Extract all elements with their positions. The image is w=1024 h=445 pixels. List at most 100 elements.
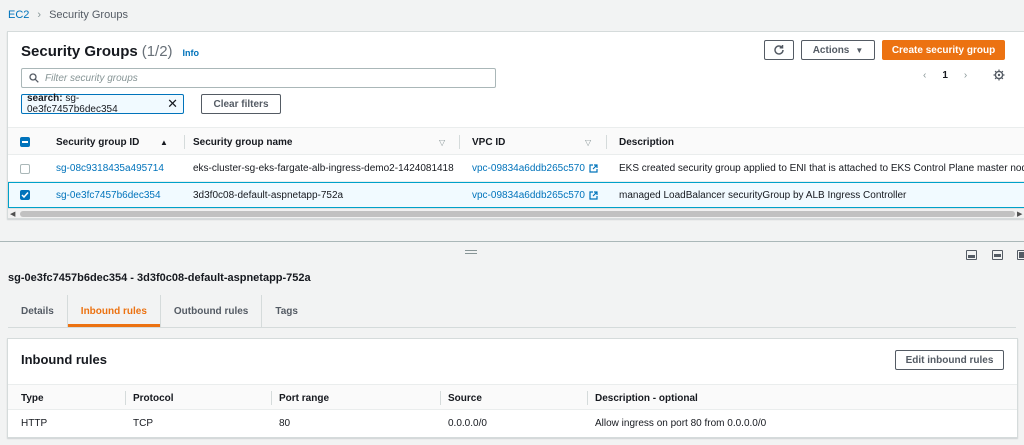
detail-tabs: Details Inbound rules Outbound rules Tag…: [8, 295, 311, 327]
column-label: Port range: [279, 392, 330, 404]
vpc-id-text: vpc-09834a6ddb265c570: [472, 163, 585, 174]
tabs-divider: [8, 327, 1016, 328]
page-number[interactable]: 1: [942, 70, 948, 81]
clear-filters-button[interactable]: Clear filters: [201, 94, 281, 114]
table-row-selected[interactable]: sg-0e3fc7457b6dec354 3d3f0c08-default-as…: [8, 182, 1024, 208]
column-description[interactable]: Description: [619, 128, 674, 156]
security-group-id-link[interactable]: sg-08c9318435a495714: [56, 156, 164, 181]
security-group-name: eks-cluster-sg-eks-fargate-alb-ingress-d…: [193, 163, 454, 174]
inbound-rules-panel: Inbound rules Edit inbound rules Type Pr…: [7, 338, 1018, 438]
detail-title: sg-0e3fc7457b6dec354 - 3d3f0c08-default-…: [8, 272, 311, 284]
column-protocol: Protocol: [125, 385, 174, 411]
edit-inbound-rules-button[interactable]: Edit inbound rules: [895, 350, 1004, 370]
horizontal-scrollbar[interactable]: ◀ ▶: [8, 208, 1024, 218]
sort-down-icon: ▽: [585, 137, 592, 147]
rule-source: 0.0.0.0/0: [448, 417, 487, 429]
chevron-left-icon[interactable]: ‹: [923, 70, 926, 81]
gear-icon: [993, 69, 1005, 81]
preferences-button[interactable]: [993, 69, 1005, 84]
scrollbar-thumb[interactable]: [20, 211, 1015, 217]
column-description-optional: Description - optional: [587, 385, 698, 411]
panel-split-icon[interactable]: [992, 250, 1003, 260]
inbound-rules-title: Inbound rules: [21, 352, 107, 367]
caret-down-icon: ▼: [855, 45, 864, 55]
security-groups-panel: Security Groups (1/2) Info Actions ▼ Cre…: [7, 31, 1024, 219]
actions-button[interactable]: Actions ▼: [801, 40, 875, 60]
pagination: ‹ 1 ›: [923, 70, 967, 81]
column-label: VPC ID: [472, 136, 506, 148]
create-security-group-button[interactable]: Create security group: [882, 40, 1005, 60]
filter-token-key: search:: [27, 93, 63, 104]
panel-full-icon[interactable]: [1017, 250, 1024, 260]
refresh-button[interactable]: [764, 40, 794, 60]
chevron-right-icon[interactable]: ›: [964, 70, 967, 81]
chevron-right-icon: ›: [37, 9, 42, 21]
breadcrumb-current: Security Groups: [49, 9, 128, 21]
inbound-rule-row: HTTP TCP 80 0.0.0.0/0 Allow ingress on p…: [8, 410, 1017, 436]
breadcrumb-ec2-link[interactable]: EC2: [8, 9, 29, 21]
table-header: Security group ID ▲ Security group name …: [8, 127, 1024, 155]
search-icon: [29, 73, 39, 83]
edit-inbound-rules-label: Edit inbound rules: [905, 354, 994, 366]
table-row[interactable]: sg-08c9318435a495714 eks-cluster-sg-eks-…: [8, 156, 1024, 182]
security-group-name: 3d3f0c08-default-aspnetapp-752a: [193, 189, 344, 201]
sort-up-icon: ▲: [160, 137, 168, 147]
rule-type: HTTP: [21, 417, 48, 429]
row-description: EKS created security group applied to EN…: [619, 163, 1024, 174]
page-title: Security Groups: [21, 43, 138, 60]
column-security-group-name[interactable]: Security group name ▽: [193, 128, 445, 156]
filter-token: search: sg-0e3fc7457b6dec354 ✕: [21, 93, 184, 115]
checkbox-empty-icon: [20, 163, 30, 174]
filter-token-text: search: sg-0e3fc7457b6dec354: [27, 93, 167, 115]
sort-down-icon: ▽: [439, 137, 446, 147]
column-label: Source: [448, 392, 482, 404]
column-security-group-id[interactable]: Security group ID ▲: [56, 128, 168, 156]
refresh-icon: [774, 45, 784, 55]
clear-filters-label: Clear filters: [213, 98, 269, 110]
breadcrumb: EC2 › Security Groups: [8, 8, 128, 22]
selection-count: (1/2): [141, 43, 173, 60]
row-checkbox[interactable]: [20, 156, 30, 181]
column-label: Security group ID: [56, 136, 140, 148]
rule-protocol: TCP: [133, 417, 153, 429]
panel-bottom-icon[interactable]: [966, 250, 977, 260]
tab-tags[interactable]: Tags: [262, 295, 311, 327]
drag-handle-icon[interactable]: [465, 250, 477, 254]
panel-header: Security Groups (1/2) Info: [21, 43, 199, 60]
close-icon[interactable]: ✕: [167, 96, 178, 112]
column-label: Security group name: [193, 136, 293, 148]
select-all-checkbox[interactable]: [20, 128, 30, 156]
external-link-icon: [589, 164, 598, 173]
column-vpc-id[interactable]: VPC ID ▽: [472, 128, 591, 156]
rule-port-range: 80: [279, 417, 291, 429]
tab-outbound-rules[interactable]: Outbound rules: [161, 295, 263, 327]
column-label: Type: [21, 392, 44, 404]
actions-label: Actions: [812, 44, 850, 56]
column-type: Type: [21, 385, 44, 411]
info-link[interactable]: Info: [183, 48, 200, 58]
row-description: managed LoadBalancer securityGroup by AL…: [619, 189, 907, 201]
security-group-id-link[interactable]: sg-0e3fc7457b6dec354: [56, 183, 161, 207]
indeterminate-checkbox-icon: [20, 137, 30, 147]
inbound-table-header: Type Protocol Port range Source Descript…: [8, 384, 1017, 410]
scroll-left-icon[interactable]: ◀: [10, 210, 15, 218]
scroll-right-icon[interactable]: ▶: [1017, 210, 1022, 218]
vpc-id-link[interactable]: vpc-09834a6ddb265c570: [472, 156, 598, 181]
column-label: Protocol: [133, 392, 174, 404]
tab-details[interactable]: Details: [8, 295, 68, 327]
create-security-group-label: Create security group: [891, 44, 996, 56]
row-checkbox[interactable]: [20, 183, 30, 207]
split-pane-divider[interactable]: [0, 241, 1024, 242]
column-label: Description: [619, 136, 675, 148]
search-input[interactable]: [45, 72, 485, 84]
checkbox-checked-icon: [20, 190, 30, 200]
column-port-range: Port range: [271, 385, 330, 411]
external-link-icon: [589, 190, 598, 200]
vpc-id-link[interactable]: vpc-09834a6ddb265c570: [472, 183, 598, 207]
rule-description: Allow ingress on port 80 from 0.0.0.0/0: [595, 417, 767, 429]
column-source: Source: [440, 385, 482, 411]
column-label: Description - optional: [595, 392, 698, 404]
vpc-id-text: vpc-09834a6ddb265c570: [472, 189, 585, 201]
tab-inbound-rules[interactable]: Inbound rules: [67, 295, 161, 327]
filter-search-box[interactable]: [21, 68, 496, 88]
